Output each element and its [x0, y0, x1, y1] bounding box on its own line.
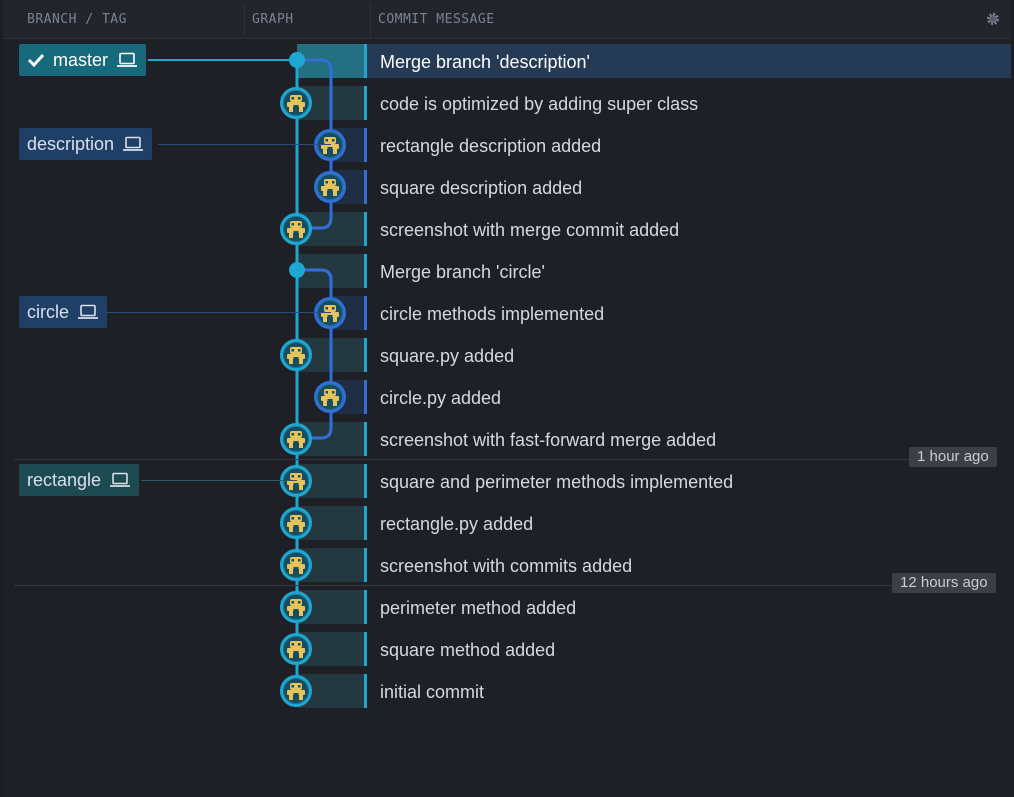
branch-label-master[interactable]: master: [19, 44, 147, 76]
branch-name: circle: [27, 301, 70, 322]
branch-label-rectangle[interactable]: rectangle: [19, 464, 140, 496]
branch-name: description: [27, 133, 115, 154]
commit-avatar-icon[interactable]: [314, 171, 346, 203]
commit-avatar-icon[interactable]: [280, 339, 312, 371]
commit-avatar-icon[interactable]: [280, 591, 312, 623]
commit-avatar-icon[interactable]: [280, 507, 312, 539]
laptop-icon: [117, 52, 138, 67]
laptop-icon: [78, 304, 99, 319]
time-marker-badge: 1 hour ago: [909, 447, 997, 467]
laptop-icon: [123, 136, 144, 151]
branch-name: master: [53, 49, 109, 70]
branch-label-description[interactable]: description: [19, 128, 153, 160]
check-icon: [27, 53, 45, 68]
time-marker-badge: 12 hours ago: [892, 573, 996, 593]
commit-avatar-icon[interactable]: [280, 213, 312, 245]
time-divider: [14, 459, 909, 460]
commit-avatar-icon[interactable]: [280, 465, 312, 497]
time-divider: [14, 585, 892, 586]
commit-avatar-icon[interactable]: [280, 423, 312, 455]
commit-avatar-icon[interactable]: [280, 549, 312, 581]
commit-avatar-icon[interactable]: [314, 129, 346, 161]
branch-link-line: [158, 144, 331, 145]
commit-avatar-icon[interactable]: [280, 87, 312, 119]
commit-avatar-icon[interactable]: [280, 675, 312, 707]
branch-link-line: [107, 312, 331, 313]
commit-avatar-icon[interactable]: [314, 381, 346, 413]
commit-graph: [289, 52, 333, 690]
git-graph-panel: BRANCH / TAG GRAPH COMMIT MESSAGE Merge …: [3, 0, 1011, 797]
commit-avatar-icon[interactable]: [280, 633, 312, 665]
commit-avatar-icon[interactable]: [314, 297, 346, 329]
laptop-icon: [110, 472, 131, 487]
branch-link-line: [148, 59, 297, 61]
branch-link-line: [141, 480, 297, 481]
branch-label-circle[interactable]: circle: [19, 296, 108, 328]
merge-commit-dot[interactable]: [289, 262, 305, 278]
branch-name: rectangle: [27, 469, 102, 490]
